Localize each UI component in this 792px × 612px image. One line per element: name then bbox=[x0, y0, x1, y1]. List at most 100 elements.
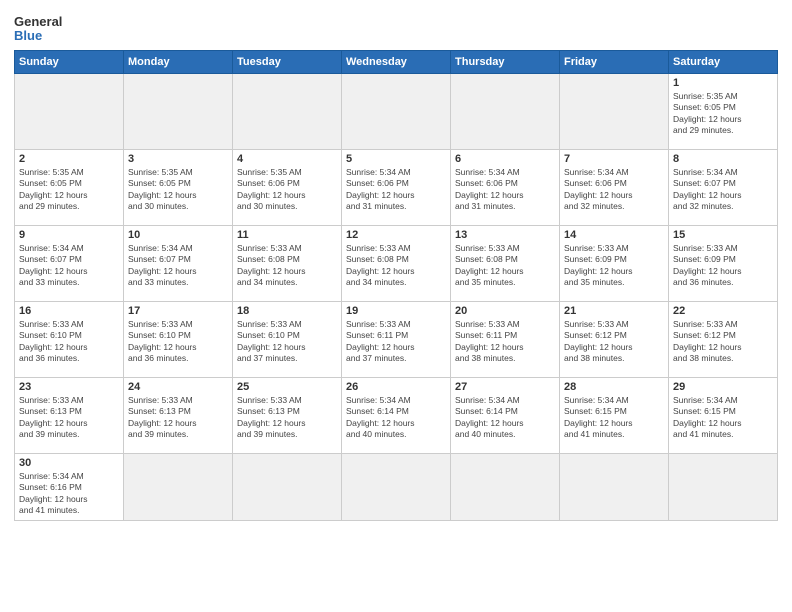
weekday-header-thursday: Thursday bbox=[451, 51, 560, 74]
day-info: Sunrise: 5:35 AM Sunset: 6:05 PM Dayligh… bbox=[128, 167, 228, 213]
day-info: Sunrise: 5:33 AM Sunset: 6:11 PM Dayligh… bbox=[346, 319, 446, 365]
calendar-cell bbox=[669, 454, 778, 521]
day-info: Sunrise: 5:34 AM Sunset: 6:07 PM Dayligh… bbox=[19, 243, 119, 289]
day-number: 21 bbox=[564, 305, 664, 317]
day-number: 5 bbox=[346, 153, 446, 165]
calendar-cell: 26Sunrise: 5:34 AM Sunset: 6:14 PM Dayli… bbox=[342, 378, 451, 454]
day-number: 8 bbox=[673, 153, 773, 165]
day-info: Sunrise: 5:35 AM Sunset: 6:05 PM Dayligh… bbox=[19, 167, 119, 213]
calendar-week-5: 30 Sunrise: 5:34 AM Sunset: 6:16 PM Dayli… bbox=[15, 454, 778, 521]
header: General Blue bbox=[14, 10, 778, 44]
day-info: Sunrise: 5:35 AM Sunset: 6:06 PM Dayligh… bbox=[237, 167, 337, 213]
day-number: 22 bbox=[673, 305, 773, 317]
day-number: 10 bbox=[128, 229, 228, 241]
day-info: Sunrise: 5:34 AM Sunset: 6:07 PM Dayligh… bbox=[673, 167, 773, 213]
day-info: Sunrise: 5:33 AM Sunset: 6:10 PM Dayligh… bbox=[19, 319, 119, 365]
calendar-cell: 10 Sunrise: 5:34 AM Sunset: 6:07 PM Dayli… bbox=[124, 226, 233, 302]
calendar-cell: 7 Sunrise: 5:34 AM Sunset: 6:06 PM Daylig… bbox=[560, 150, 669, 226]
calendar-cell: 23Sunrise: 5:33 AM Sunset: 6:13 PM Dayli… bbox=[15, 378, 124, 454]
calendar-cell: 24Sunrise: 5:33 AM Sunset: 6:13 PM Dayli… bbox=[124, 378, 233, 454]
calendar-cell bbox=[451, 454, 560, 521]
calendar-cell bbox=[342, 454, 451, 521]
calendar-cell: 17 Sunrise: 5:33 AM Sunset: 6:10 PM Dayli… bbox=[124, 302, 233, 378]
day-number: 25 bbox=[237, 381, 337, 393]
day-info: Sunrise: 5:35 AM Sunset: 6:05 PM Dayligh… bbox=[673, 91, 773, 137]
day-info: Sunrise: 5:33 AM Sunset: 6:09 PM Dayligh… bbox=[673, 243, 773, 289]
day-info: Sunrise: 5:33 AM Sunset: 6:08 PM Dayligh… bbox=[346, 243, 446, 289]
calendar-cell bbox=[124, 74, 233, 150]
calendar-week-1: 2 Sunrise: 5:35 AM Sunset: 6:05 PM Daylig… bbox=[15, 150, 778, 226]
day-number: 23 bbox=[19, 381, 119, 393]
calendar-cell: 18Sunrise: 5:33 AM Sunset: 6:10 PM Dayli… bbox=[233, 302, 342, 378]
day-number: 2 bbox=[19, 153, 119, 165]
weekday-header-friday: Friday bbox=[560, 51, 669, 74]
day-info: Sunrise: 5:33 AM Sunset: 6:10 PM Dayligh… bbox=[237, 319, 337, 365]
day-info: Sunrise: 5:34 AM Sunset: 6:07 PM Dayligh… bbox=[128, 243, 228, 289]
day-info: Sunrise: 5:33 AM Sunset: 6:08 PM Dayligh… bbox=[237, 243, 337, 289]
calendar-cell: 9 Sunrise: 5:34 AM Sunset: 6:07 PM Daylig… bbox=[15, 226, 124, 302]
day-info: Sunrise: 5:33 AM Sunset: 6:09 PM Dayligh… bbox=[564, 243, 664, 289]
calendar-cell bbox=[233, 74, 342, 150]
calendar-cell: 27 Sunrise: 5:34 AM Sunset: 6:14 PM Dayli… bbox=[451, 378, 560, 454]
calendar-cell bbox=[560, 74, 669, 150]
day-number: 11 bbox=[237, 229, 337, 241]
page: General Blue SundayMondayTuesdayWednesda… bbox=[0, 0, 792, 612]
calendar-cell: 14Sunrise: 5:33 AM Sunset: 6:09 PM Dayli… bbox=[560, 226, 669, 302]
weekday-header-monday: Monday bbox=[124, 51, 233, 74]
calendar-cell: 12Sunrise: 5:33 AM Sunset: 6:08 PM Dayli… bbox=[342, 226, 451, 302]
calendar-cell bbox=[15, 74, 124, 150]
day-number: 17 bbox=[128, 305, 228, 317]
calendar-cell: 6 Sunrise: 5:34 AM Sunset: 6:06 PM Daylig… bbox=[451, 150, 560, 226]
day-number: 19 bbox=[346, 305, 446, 317]
calendar-week-4: 23 Sunrise: 5:33 AM Sunset: 6:13 PM Dayli… bbox=[15, 378, 778, 454]
day-number: 6 bbox=[455, 153, 555, 165]
day-number: 15 bbox=[673, 229, 773, 241]
day-info: Sunrise: 5:34 AM Sunset: 6:06 PM Dayligh… bbox=[455, 167, 555, 213]
day-info: Sunrise: 5:33 AM Sunset: 6:10 PM Dayligh… bbox=[128, 319, 228, 365]
calendar-cell: 13Sunrise: 5:33 AM Sunset: 6:08 PM Dayli… bbox=[451, 226, 560, 302]
calendar-week-2: 9 Sunrise: 5:34 AM Sunset: 6:07 PM Daylig… bbox=[15, 226, 778, 302]
calendar-cell: 29Sunrise: 5:34 AM Sunset: 6:15 PM Dayli… bbox=[669, 378, 778, 454]
day-number: 9 bbox=[19, 229, 119, 241]
calendar-cell: 25 Sunrise: 5:33 AM Sunset: 6:13 PM Dayli… bbox=[233, 378, 342, 454]
weekday-header-sunday: Sunday bbox=[15, 51, 124, 74]
calendar-cell: 8 Sunrise: 5:34 AM Sunset: 6:07 PM Daylig… bbox=[669, 150, 778, 226]
day-info: Sunrise: 5:34 AM Sunset: 6:06 PM Dayligh… bbox=[564, 167, 664, 213]
calendar-cell bbox=[124, 454, 233, 521]
calendar-cell: 30 Sunrise: 5:34 AM Sunset: 6:16 PM Dayli… bbox=[15, 454, 124, 521]
day-number: 29 bbox=[673, 381, 773, 393]
day-number: 27 bbox=[455, 381, 555, 393]
day-info: Sunrise: 5:33 AM Sunset: 6:13 PM Dayligh… bbox=[237, 395, 337, 441]
weekday-header-row: SundayMondayTuesdayWednesdayThursdayFrid… bbox=[15, 51, 778, 74]
day-number: 1 bbox=[673, 77, 773, 89]
calendar-week-0: 1 Sunrise: 5:35 AM Sunset: 6:05 PM Daylig… bbox=[15, 74, 778, 150]
calendar-cell: 28Sunrise: 5:34 AM Sunset: 6:15 PM Dayli… bbox=[560, 378, 669, 454]
logo: General Blue bbox=[14, 10, 70, 44]
day-number: 4 bbox=[237, 153, 337, 165]
day-info: Sunrise: 5:33 AM Sunset: 6:12 PM Dayligh… bbox=[673, 319, 773, 365]
svg-text:Blue: Blue bbox=[14, 28, 42, 43]
day-number: 30 bbox=[19, 457, 119, 469]
day-info: Sunrise: 5:34 AM Sunset: 6:16 PM Dayligh… bbox=[19, 471, 119, 517]
calendar-cell: 1 Sunrise: 5:35 AM Sunset: 6:05 PM Daylig… bbox=[669, 74, 778, 150]
weekday-header-wednesday: Wednesday bbox=[342, 51, 451, 74]
day-info: Sunrise: 5:33 AM Sunset: 6:08 PM Dayligh… bbox=[455, 243, 555, 289]
logo-icon: General Blue bbox=[14, 10, 70, 44]
day-info: Sunrise: 5:33 AM Sunset: 6:11 PM Dayligh… bbox=[455, 319, 555, 365]
calendar-cell: 20 Sunrise: 5:33 AM Sunset: 6:11 PM Dayli… bbox=[451, 302, 560, 378]
day-info: Sunrise: 5:34 AM Sunset: 6:14 PM Dayligh… bbox=[455, 395, 555, 441]
calendar-cell: 3Sunrise: 5:35 AM Sunset: 6:05 PM Daylig… bbox=[124, 150, 233, 226]
calendar-cell bbox=[342, 74, 451, 150]
calendar-cell: 21Sunrise: 5:33 AM Sunset: 6:12 PM Dayli… bbox=[560, 302, 669, 378]
day-number: 7 bbox=[564, 153, 664, 165]
calendar-cell bbox=[560, 454, 669, 521]
day-number: 20 bbox=[455, 305, 555, 317]
calendar-cell: 5Sunrise: 5:34 AM Sunset: 6:06 PM Daylig… bbox=[342, 150, 451, 226]
day-info: Sunrise: 5:33 AM Sunset: 6:13 PM Dayligh… bbox=[128, 395, 228, 441]
day-number: 26 bbox=[346, 381, 446, 393]
calendar-cell: 2 Sunrise: 5:35 AM Sunset: 6:05 PM Daylig… bbox=[15, 150, 124, 226]
calendar-cell: 16Sunrise: 5:33 AM Sunset: 6:10 PM Dayli… bbox=[15, 302, 124, 378]
calendar-cell: 11 Sunrise: 5:33 AM Sunset: 6:08 PM Dayli… bbox=[233, 226, 342, 302]
calendar-cell: 15 Sunrise: 5:33 AM Sunset: 6:09 PM Dayli… bbox=[669, 226, 778, 302]
calendar-cell: 4 Sunrise: 5:35 AM Sunset: 6:06 PM Daylig… bbox=[233, 150, 342, 226]
